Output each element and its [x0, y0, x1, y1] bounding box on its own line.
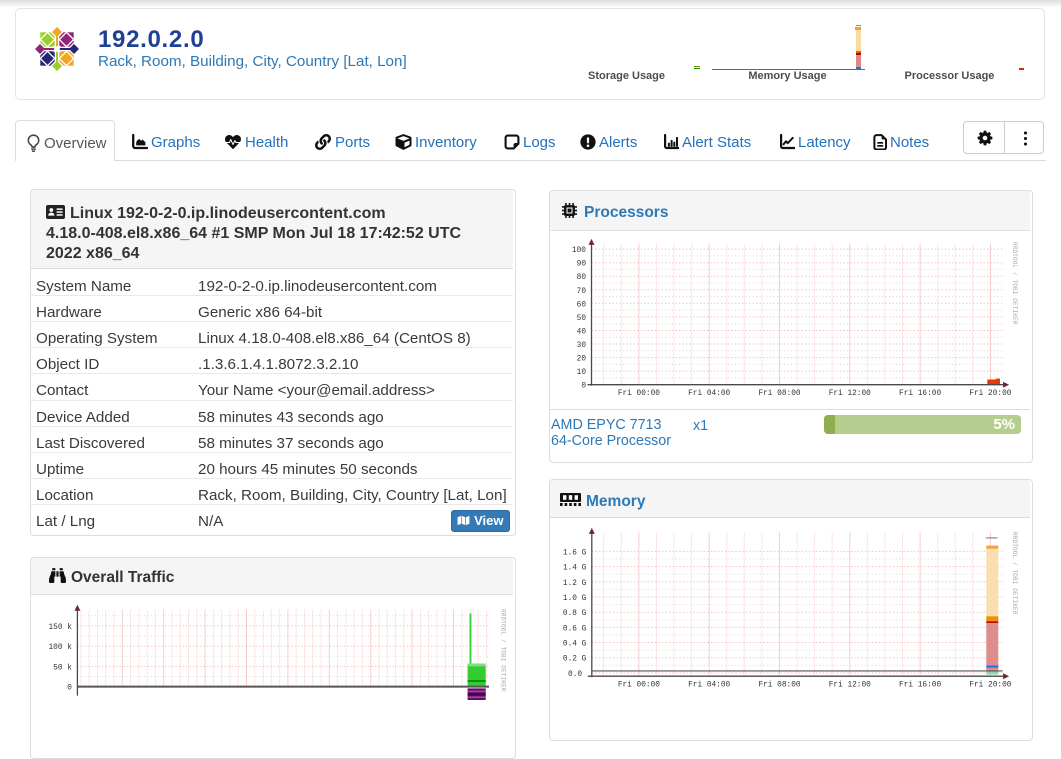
- svg-text:40: 40: [577, 329, 587, 337]
- svg-text:Fri 08:00: Fri 08:00: [758, 682, 800, 690]
- svg-text:0: 0: [67, 685, 72, 693]
- svg-text:60: 60: [577, 301, 587, 309]
- svg-text:50 k: 50 k: [53, 664, 72, 672]
- svg-text:100 k: 100 k: [48, 644, 72, 652]
- svg-text:Fri 08:00: Fri 08:00: [758, 390, 800, 398]
- svg-text:80: 80: [577, 274, 587, 282]
- svg-text:90: 90: [577, 261, 587, 269]
- svg-text:20: 20: [577, 356, 587, 364]
- svg-text:Fri 04:00: Fri 04:00: [688, 682, 730, 690]
- svg-text:1.6 G: 1.6 G: [563, 549, 587, 557]
- svg-text:0.4 G: 0.4 G: [563, 641, 587, 649]
- svg-text:10: 10: [577, 369, 587, 377]
- svg-text:30: 30: [577, 342, 587, 350]
- svg-text:Fri 16:00: Fri 16:00: [899, 390, 941, 398]
- svg-text:RRDTOOL / TOBI OETIKER: RRDTOOL / TOBI OETIKER: [1011, 242, 1018, 325]
- svg-text:0.6 G: 0.6 G: [563, 625, 587, 633]
- svg-text:Fri 04:00: Fri 04:00: [688, 390, 730, 398]
- svg-text:RRDTOOL / TOBI OETIKER: RRDTOOL / TOBI OETIKER: [1011, 532, 1018, 615]
- svg-text:Fri 00:00: Fri 00:00: [618, 682, 660, 690]
- svg-text:150 k: 150 k: [48, 624, 72, 632]
- svg-text:0.8 G: 0.8 G: [563, 610, 587, 618]
- svg-text:1.2 G: 1.2 G: [563, 580, 587, 588]
- svg-text:Fri 16:00: Fri 16:00: [899, 682, 941, 690]
- svg-text:Fri 12:00: Fri 12:00: [829, 682, 871, 690]
- svg-text:100: 100: [572, 247, 586, 255]
- svg-text:0.2 G: 0.2 G: [563, 656, 587, 664]
- svg-text:Fri 20:00: Fri 20:00: [969, 390, 1011, 398]
- svg-text:1.0 G: 1.0 G: [563, 595, 587, 603]
- svg-text:Fri 20:00: Fri 20:00: [969, 682, 1011, 690]
- svg-text:0.0: 0.0: [568, 671, 582, 679]
- svg-text:Fri 00:00: Fri 00:00: [618, 390, 660, 398]
- svg-text:0: 0: [581, 383, 586, 391]
- svg-text:RRDTOOL / TOBI OETIKER: RRDTOOL / TOBI OETIKER: [500, 609, 507, 692]
- svg-text:50: 50: [577, 315, 587, 323]
- svg-text:1.4 G: 1.4 G: [563, 565, 587, 573]
- svg-text:Fri 12:00: Fri 12:00: [829, 390, 871, 398]
- svg-text:70: 70: [577, 288, 587, 296]
